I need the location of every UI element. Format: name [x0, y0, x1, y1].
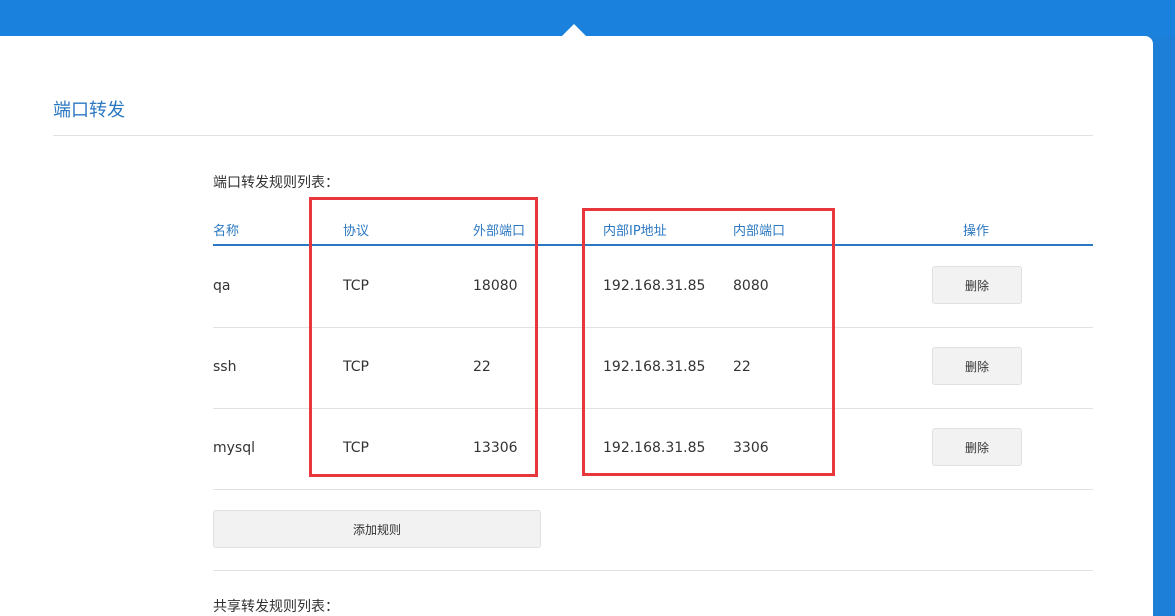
table-row: mysql TCP 13306 192.168.31.85 3306 删除: [213, 408, 1093, 490]
title-divider: [53, 135, 1093, 136]
cell-external-port: 22: [473, 359, 491, 375]
content-panel: 端口转发 端口转发规则列表： 名称 协议 外部端口 内部IP地址 内部端口 操作…: [0, 36, 1153, 616]
delete-button[interactable]: 删除: [932, 266, 1022, 304]
column-header-internal-ip: 内部IP地址: [603, 224, 667, 239]
add-rule-button[interactable]: 添加规则: [213, 510, 541, 548]
cell-internal-ip: 192.168.31.85: [603, 440, 706, 456]
cell-external-port: 13306: [473, 440, 518, 456]
cell-internal-port: 3306: [733, 440, 769, 456]
cell-name: mysql: [213, 440, 255, 456]
column-header-action: 操作: [963, 224, 990, 239]
cell-name: qa: [213, 278, 231, 294]
cell-protocol: TCP: [343, 359, 369, 375]
section-label: 端口转发规则列表：: [213, 175, 339, 191]
next-section-label: 共享转发规则列表：: [213, 599, 339, 615]
column-header-external-port: 外部端口: [473, 224, 526, 239]
cell-internal-ip: 192.168.31.85: [603, 278, 706, 294]
cell-internal-port: 8080: [733, 278, 769, 294]
column-header-name: 名称: [213, 224, 240, 239]
delete-button[interactable]: 删除: [932, 428, 1022, 466]
cell-internal-ip: 192.168.31.85: [603, 359, 706, 375]
section-divider: [213, 570, 1093, 571]
active-nav-indicator: [562, 24, 586, 36]
cell-protocol: TCP: [343, 440, 369, 456]
column-header-internal-port: 内部端口: [733, 224, 786, 239]
page-title: 端口转发: [53, 100, 125, 121]
top-nav-bar: [0, 0, 1175, 36]
cell-external-port: 18080: [473, 278, 518, 294]
cell-protocol: TCP: [343, 278, 369, 294]
table-row: ssh TCP 22 192.168.31.85 22 删除: [213, 327, 1093, 409]
table-row: qa TCP 18080 192.168.31.85 8080 删除: [213, 246, 1093, 328]
column-header-protocol: 协议: [343, 224, 370, 239]
cell-name: ssh: [213, 359, 237, 375]
delete-button[interactable]: 删除: [932, 347, 1022, 385]
cell-internal-port: 22: [733, 359, 751, 375]
